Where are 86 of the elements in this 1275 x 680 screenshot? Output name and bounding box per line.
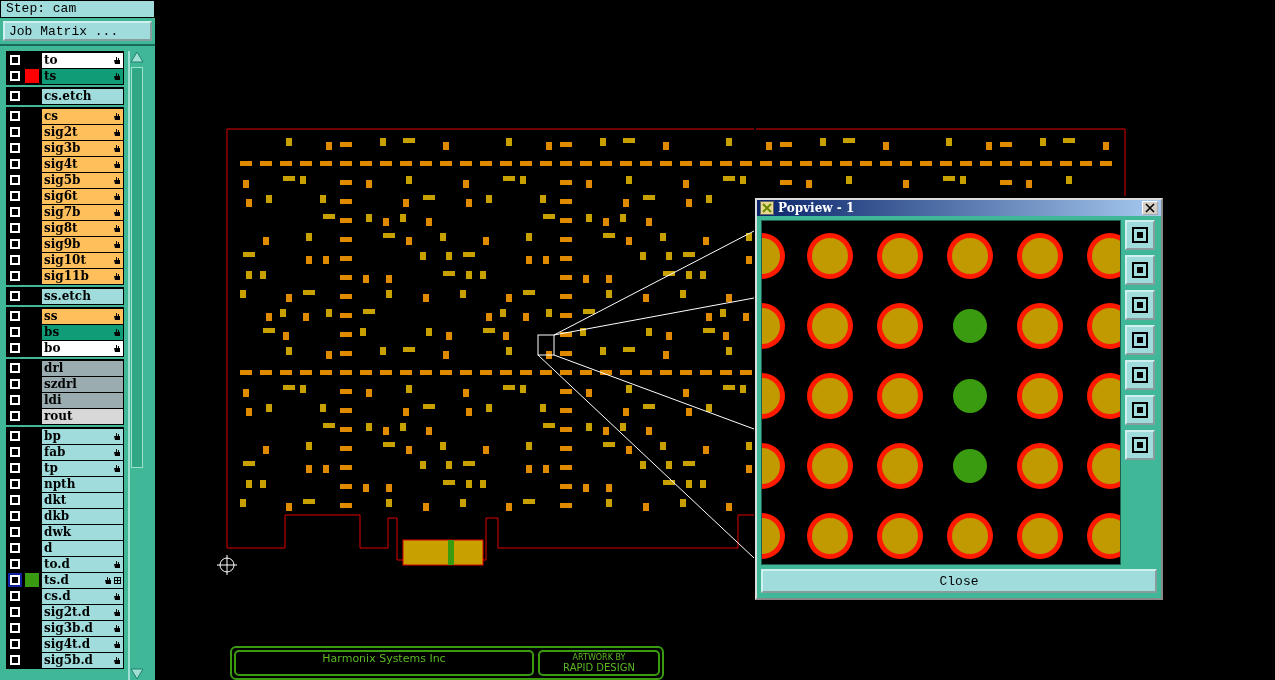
layer-name[interactable]: d: [42, 540, 123, 556]
popview-tool-button[interactable]: [1125, 325, 1155, 355]
layer-name[interactable]: sig11b: [42, 268, 123, 284]
layer-name[interactable]: tp: [42, 460, 123, 476]
layer-name[interactable]: ts: [42, 68, 123, 84]
hand-icon: [113, 560, 121, 568]
scroll-thumb[interactable]: [131, 67, 143, 468]
hand-icon: [113, 112, 121, 120]
hand-icon: [113, 272, 121, 280]
artwork-label: ARTWORK BY: [571, 653, 627, 662]
layer-name[interactable]: sig4t.d: [42, 636, 123, 652]
layer-name[interactable]: dkt: [42, 492, 123, 508]
hand-icon: [113, 176, 121, 184]
hand-icon: [113, 128, 121, 136]
layer-name[interactable]: rout: [42, 408, 123, 424]
layer-name[interactable]: to.d: [42, 556, 123, 572]
job-matrix-button[interactable]: Job Matrix ...: [3, 21, 152, 41]
layer-name[interactable]: to: [42, 52, 123, 68]
popview-tool-button[interactable]: [1125, 395, 1155, 425]
hand-icon: [113, 624, 121, 632]
hand-icon: [113, 192, 121, 200]
hand-icon: [113, 72, 121, 80]
hand-icon: [113, 464, 121, 472]
layer-name[interactable]: bs: [42, 324, 123, 340]
hand-icon: [113, 240, 121, 248]
layer-name[interactable]: bp: [42, 428, 123, 444]
hand-icon: [113, 608, 121, 616]
hand-icon: [113, 224, 121, 232]
layer-name[interactable]: cs.etch: [42, 88, 123, 104]
hand-icon: [113, 448, 121, 456]
layer-name[interactable]: sig2t.d: [42, 604, 123, 620]
close-button[interactable]: Close: [761, 569, 1157, 593]
layer-name[interactable]: ldi: [42, 392, 123, 408]
grid-icon: [114, 576, 121, 584]
hand-icon: [113, 312, 121, 320]
popview-tool-button[interactable]: [1125, 255, 1155, 285]
hand-icon: [113, 256, 121, 264]
window-title: Popview - 1: [778, 201, 856, 215]
layer-name[interactable]: sig10t: [42, 252, 123, 268]
layer-name[interactable]: bo: [42, 340, 123, 356]
popview-tool-button[interactable]: [1125, 290, 1155, 320]
layer-name[interactable]: sig3b.d: [42, 620, 123, 636]
target-icon: [216, 554, 238, 576]
close-icon[interactable]: [1142, 201, 1158, 215]
hand-icon: [113, 344, 121, 352]
layer-name[interactable]: ss.etch: [42, 288, 123, 304]
hand-icon: [113, 328, 121, 336]
popview-tool-button[interactable]: [1125, 220, 1155, 250]
layer-name[interactable]: sig8t: [42, 220, 123, 236]
layer-name[interactable]: sig2t: [42, 124, 123, 140]
layer-name[interactable]: sig6t: [42, 188, 123, 204]
layer-name[interactable]: sig9b: [42, 236, 123, 252]
scroll-up-icon[interactable]: [130, 51, 144, 63]
layer-checkbox[interactable]: [8, 573, 22, 587]
layer-name[interactable]: dwk: [42, 524, 123, 540]
hand-icon: [113, 160, 121, 168]
layer-name[interactable]: dkb: [42, 508, 123, 524]
layer-name[interactable]: drl: [42, 360, 123, 376]
hand-icon: [113, 432, 121, 440]
layer-name[interactable]: sig5b: [42, 172, 123, 188]
layer-name[interactable]: szdrl: [42, 376, 123, 392]
layer-name[interactable]: npth: [42, 476, 123, 492]
layer-name[interactable]: cs: [42, 108, 123, 124]
scrollbar[interactable]: [128, 51, 144, 680]
layer-name[interactable]: ts.d: [42, 572, 123, 588]
hand-icon: [113, 208, 121, 216]
company-name: Harmonix Systems Inc: [234, 650, 534, 676]
layer-name[interactable]: sig3b: [42, 140, 123, 156]
popview-tool-button[interactable]: [1125, 360, 1155, 390]
hand-icon: [113, 640, 121, 648]
window-icon: [760, 201, 774, 215]
layer-name[interactable]: ss: [42, 308, 123, 324]
layer-name[interactable]: fab: [42, 444, 123, 460]
artwork-company: RAPID DESIGN: [562, 662, 636, 673]
hand-icon: [113, 56, 121, 64]
hand-icon: [104, 576, 112, 584]
hand-icon: [113, 144, 121, 152]
popview-tool-button[interactable]: [1125, 430, 1155, 460]
hand-icon: [113, 592, 121, 600]
layer-name[interactable]: sig7b: [42, 204, 123, 220]
layer-name[interactable]: sig4t: [42, 156, 123, 172]
step-label: Step: cam: [0, 0, 155, 18]
layer-name[interactable]: cs.d: [42, 588, 123, 604]
hand-icon: [113, 656, 121, 664]
layer-name[interactable]: sig5b.d: [42, 652, 123, 668]
scroll-down-icon[interactable]: [130, 668, 144, 680]
